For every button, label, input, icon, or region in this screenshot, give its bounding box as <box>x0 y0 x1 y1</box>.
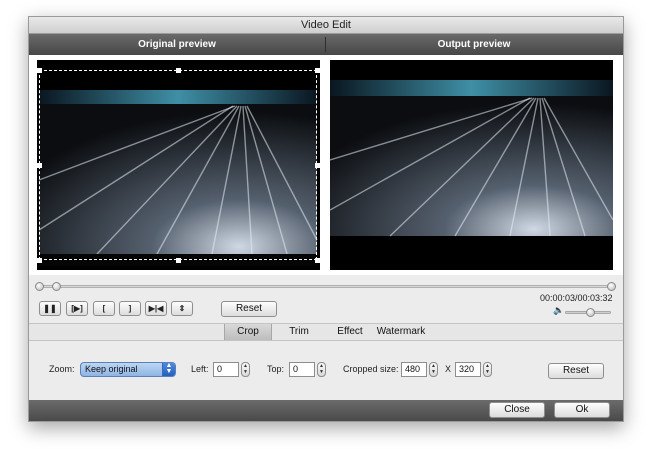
tab-watermark[interactable]: Watermark <box>373 324 429 340</box>
window-title: Video Edit <box>29 17 623 34</box>
ok-button[interactable]: Ok <box>554 402 610 418</box>
cropped-size-label: Cropped size: <box>343 364 399 374</box>
seek-start-marker[interactable] <box>35 282 44 291</box>
mark-out-button[interactable]: ] <box>119 301 141 316</box>
split-button[interactable]: ▶|◀ <box>145 301 167 316</box>
top-stepper[interactable]: ▲ ▼ <box>317 362 326 377</box>
original-preview-label: Original preview <box>138 39 216 50</box>
edit-tabs: Crop Trim Effect Watermark <box>29 323 623 341</box>
left-input[interactable]: 0 <box>213 362 239 377</box>
flip-button[interactable]: ⇕ <box>171 301 193 316</box>
cropped-height-input[interactable]: 320 <box>455 362 481 377</box>
original-preview-video[interactable] <box>37 60 320 270</box>
pause-button[interactable]: ❚❚ <box>39 301 61 316</box>
volume-control[interactable]: 🔈 <box>553 305 613 317</box>
crop-handle-middle-left[interactable] <box>37 163 42 168</box>
zoom-label: Zoom: <box>49 364 75 374</box>
tab-effect[interactable]: Effect <box>329 324 371 340</box>
crop-handle-top-center[interactable] <box>176 68 181 73</box>
seek-track[interactable] <box>37 285 614 288</box>
preview-header: Original preview Output preview <box>29 34 623 55</box>
cropped-width-input[interactable]: 480 <box>401 362 427 377</box>
seek-end-marker[interactable] <box>607 282 616 291</box>
left-stepper[interactable]: ▲ ▼ <box>241 362 250 377</box>
top-input[interactable]: 0 <box>289 362 315 377</box>
crop-selection-box[interactable] <box>39 70 317 260</box>
down-arrow-icon: ▼ <box>243 369 248 375</box>
output-preview-video <box>330 60 613 270</box>
timecode: 00:00:03/00:03:32 <box>540 293 613 303</box>
preview-reset-button[interactable]: Reset <box>221 301 277 317</box>
video-edit-window: Video Edit Original preview Output previ… <box>28 16 624 422</box>
speaker-icon: 🔈 <box>553 305 565 315</box>
left-label: Left: <box>191 364 209 374</box>
select-arrows-icon: ▲ ▼ <box>162 362 175 376</box>
footer-bar: Close Ok <box>29 400 623 421</box>
crop-handle-bottom-left[interactable] <box>37 258 42 263</box>
output-preview-label: Output preview <box>437 39 511 50</box>
crop-handle-middle-right[interactable] <box>315 163 320 168</box>
top-label: Top: <box>267 364 285 374</box>
tab-trim[interactable]: Trim <box>281 324 317 340</box>
step-play-button[interactable]: [▶] <box>66 301 88 316</box>
crop-handle-top-right[interactable] <box>315 68 320 73</box>
seek-knob[interactable] <box>52 282 62 291</box>
height-stepper[interactable]: ▲ ▼ <box>483 362 492 377</box>
crop-handle-bottom-center[interactable] <box>176 258 181 263</box>
down-arrow-icon: ▼ <box>319 369 324 375</box>
zoom-select[interactable]: Keep original ▲ ▼ <box>80 362 176 377</box>
seek-bar[interactable] <box>35 282 616 291</box>
preview-area <box>29 55 623 275</box>
crop-reset-button[interactable]: Reset <box>548 363 604 379</box>
tab-crop[interactable]: Crop <box>224 324 272 340</box>
down-arrow-icon: ▼ <box>431 369 436 375</box>
close-button[interactable]: Close <box>489 402 545 418</box>
mark-in-button[interactable]: [ <box>93 301 115 316</box>
volume-knob[interactable] <box>586 308 596 317</box>
crop-handle-top-left[interactable] <box>37 68 42 73</box>
crop-handle-bottom-right[interactable] <box>315 258 320 263</box>
times-sign: X <box>445 364 452 374</box>
zoom-select-value: Keep original <box>85 364 138 374</box>
down-arrow-icon: ▼ <box>485 369 490 375</box>
output-video-frame <box>330 60 613 270</box>
width-stepper[interactable]: ▲ ▼ <box>429 362 438 377</box>
